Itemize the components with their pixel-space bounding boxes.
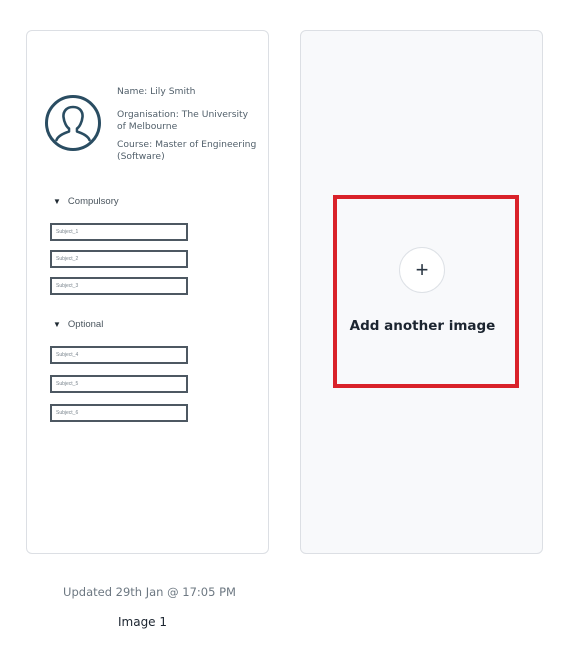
add-image-card[interactable]: + Add another image <box>300 30 543 554</box>
add-image-button[interactable]: + <box>399 247 445 293</box>
image-title: Image 1 <box>117 615 168 629</box>
optional-section-header: ▼ Optional <box>53 319 103 330</box>
compulsory-section-header: ▼ Compulsory <box>53 196 119 207</box>
profile-name: Name: Lily Smith <box>117 86 196 97</box>
subject-box: Subject_6 <box>50 404 188 422</box>
optional-label: Optional <box>67 319 104 330</box>
image-gallery: Name: Lily Smith Organisation: The Unive… <box>0 0 578 659</box>
subject-box: Subject_1 <box>50 223 188 241</box>
updated-timestamp: Updated 29th Jan @ 17:05 PM <box>63 585 236 599</box>
image-card-1[interactable]: Name: Lily Smith Organisation: The Unive… <box>26 30 269 554</box>
subject-box: Subject_4 <box>50 346 188 364</box>
profile-details: Name: Lily Smith Organisation: The Unive… <box>117 86 257 169</box>
profile-course: Course: Master of Engineering (Software) <box>117 139 257 162</box>
subject-box: Subject_2 <box>50 250 188 268</box>
triangle-down-icon: ▼ <box>53 320 61 329</box>
triangle-down-icon: ▼ <box>53 197 61 206</box>
subject-box: Subject_5 <box>50 375 188 393</box>
profile-organisation: Organisation: The University of Melbourn… <box>117 109 249 132</box>
subject-box: Subject_3 <box>50 277 188 295</box>
add-image-label[interactable]: Add another image <box>301 318 544 334</box>
user-avatar-icon <box>45 95 101 151</box>
plus-icon: + <box>415 257 429 282</box>
compulsory-label: Compulsory <box>67 196 119 207</box>
